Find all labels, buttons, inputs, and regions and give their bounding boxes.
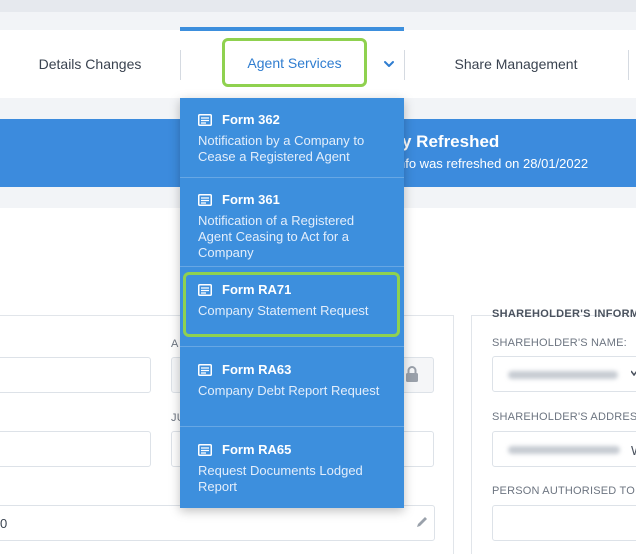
tab-bar: Details Changes Agent Services Share Man…: [0, 30, 636, 98]
chevron-down-icon[interactable]: [382, 57, 396, 71]
tab-details-changes[interactable]: Details Changes: [0, 30, 180, 98]
menu-item-description: Company Debt Report Request: [198, 383, 380, 398]
redacted-value: [508, 446, 620, 454]
field-value: 0: [0, 516, 8, 531]
form-field[interactable]: [0, 357, 151, 393]
address-value-fragment: W: [631, 443, 636, 458]
selection-highlight: [183, 272, 400, 337]
menu-item-form-361[interactable]: Form 361 Notification of a Registered Ag…: [180, 178, 404, 266]
form-icon: [198, 443, 212, 456]
active-tab-indicator: [180, 27, 404, 31]
tab-divider: [628, 50, 629, 80]
menu-item-title: Form RA65: [222, 442, 292, 457]
menu-item-form-362[interactable]: Form 362 Notification by a Company to Ce…: [180, 98, 404, 178]
menu-item-title: Form 361: [222, 192, 280, 207]
shareholder-name-label: SHAREHOLDER'S NAME:: [492, 337, 627, 349]
banner-subtitle: nfo was refreshed on 28/01/2022: [398, 156, 589, 171]
menu-item-description: Request Documents Lodged Report: [198, 463, 363, 494]
shareholder-address-label: SHAREHOLDER'S ADDRESS:: [492, 411, 636, 423]
person-authorised-label: PERSON AUTHORISED TO SIG: [492, 485, 636, 497]
redacted-value: [508, 371, 618, 379]
menu-item-title: Form RA63: [222, 362, 292, 377]
menu-item-description: Notification of a Registered Agent Ceasi…: [198, 213, 355, 260]
form-icon: [198, 113, 212, 126]
top-strip: [0, 0, 636, 12]
agent-services-dropdown: Form 362 Notification by a Company to Ce…: [180, 98, 404, 508]
person-authorised-field[interactable]: [492, 505, 636, 541]
form-icon: [198, 363, 212, 376]
menu-divider: [180, 266, 404, 267]
menu-divider: [180, 346, 404, 347]
tab-agent-services[interactable]: Agent Services: [222, 38, 367, 87]
menu-divider: [180, 426, 404, 427]
shareholder-panel-title: SHAREHOLDER'S INFORMA: [492, 308, 636, 320]
tab-share-management[interactable]: Share Management: [404, 30, 628, 98]
menu-item-form-ra65[interactable]: Form RA65 Request Documents Lodged Repor…: [180, 428, 404, 508]
form-icon: [198, 193, 212, 206]
menu-item-title: Form 362: [222, 112, 280, 127]
tab-divider: [180, 50, 181, 80]
form-field[interactable]: [0, 505, 435, 541]
banner-title: y Refreshed: [402, 132, 500, 151]
pencil-icon[interactable]: [415, 515, 429, 529]
menu-item-description: Notification by a Company to Cease a Reg…: [198, 133, 365, 164]
form-field[interactable]: [0, 431, 151, 467]
caret-down-icon[interactable]: [631, 370, 636, 376]
menu-item-form-ra63[interactable]: Form RA63 Company Debt Report Request: [180, 348, 404, 428]
field-label: A: [171, 338, 179, 350]
lock-icon: [406, 366, 418, 382]
